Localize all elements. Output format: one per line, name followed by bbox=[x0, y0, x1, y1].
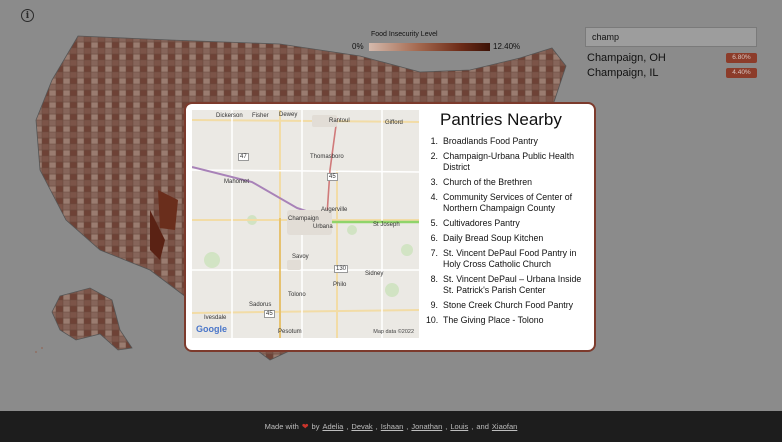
result-name: Champaign, OH bbox=[587, 52, 666, 64]
comma: , bbox=[471, 422, 474, 431]
map-place: St Joseph bbox=[373, 222, 400, 228]
pantry-area-map[interactable]: Dickerson Fisher Dewey Rantoul Gifford T… bbox=[192, 110, 419, 338]
alaska bbox=[51, 287, 133, 351]
food-insecurity-legend: Food Insecurity Level 0% 12.40% bbox=[352, 31, 526, 53]
pantry-item[interactable]: 7. St. Vincent DePaul Food Pantry in Holy… bbox=[426, 248, 592, 270]
pantry-item[interactable]: 6. Daily Bread Soup Kitchen bbox=[426, 233, 592, 244]
search-result-champaign-oh[interactable]: Champaign, OH 6.80% bbox=[587, 52, 759, 67]
comma: , bbox=[445, 422, 448, 431]
search-result-champaign-il[interactable]: Champaign, IL 4.40% bbox=[587, 67, 759, 82]
pantry-number: 8. bbox=[430, 274, 438, 284]
map-attribution: Map data ©2022 bbox=[373, 329, 414, 335]
result-value-badge: 6.80% bbox=[726, 53, 757, 63]
made-with-text: Made with bbox=[264, 422, 299, 431]
map-place: Dewey bbox=[279, 112, 298, 118]
pantry-number: 5. bbox=[430, 218, 438, 228]
comma: , bbox=[406, 422, 409, 431]
map-place: Fisher bbox=[252, 113, 269, 119]
pantry-number: 9. bbox=[430, 300, 438, 310]
and-text: and bbox=[476, 422, 489, 431]
map-place: Philo bbox=[333, 282, 347, 288]
pantry-number: 3. bbox=[430, 177, 438, 187]
map-place: Sadorus bbox=[249, 302, 272, 308]
pantry-list: 1. Broadlands Food Pantry 2. Champaign-Urb… bbox=[426, 136, 592, 326]
map-place: Savoy bbox=[292, 254, 309, 260]
author-link[interactable]: Xiaofan bbox=[492, 422, 517, 431]
map-stage: i Food Insecurity Level 0% 12.40% Champa… bbox=[0, 0, 782, 411]
pantry-name: Broadlands Food Pantry bbox=[443, 136, 538, 146]
alaska-islands bbox=[35, 347, 43, 353]
map-place: Rantoul bbox=[329, 118, 350, 124]
legend-title: Food Insecurity Level bbox=[371, 31, 438, 38]
route-shield: 45 bbox=[264, 310, 275, 318]
map-place: Mahomet bbox=[224, 179, 250, 185]
pantry-name: Champaign-Urbana Public Health District bbox=[443, 151, 575, 172]
map-place: Augerville bbox=[321, 207, 348, 213]
pantry-item[interactable]: 3. Church of the Brethren bbox=[426, 177, 592, 188]
pantry-number: 10. bbox=[426, 315, 439, 325]
map-place: Champaign bbox=[288, 216, 319, 222]
pantry-number: 1. bbox=[430, 136, 438, 146]
pantry-name: St. Vincent DePaul – Urbana Inside St. P… bbox=[443, 274, 582, 295]
author-link[interactable]: Louis bbox=[450, 422, 468, 431]
pantry-item[interactable]: 9. Stone Creek Church Food Pantry bbox=[426, 300, 592, 311]
pantry-name: The Giving Place - Tolono bbox=[443, 315, 544, 325]
county-search-input[interactable] bbox=[585, 27, 757, 47]
pantry-item[interactable]: 10. The Giving Place - Tolono bbox=[426, 315, 592, 326]
map-place: Dickerson bbox=[216, 113, 243, 119]
pantry-item[interactable]: 4. Community Services of Center of Northe… bbox=[426, 192, 592, 214]
author-link[interactable]: Jonathan bbox=[411, 422, 442, 431]
result-value-badge: 4.40% bbox=[726, 68, 757, 78]
footer: Made with ❤ by Adelia, Devak, Ishaan, Jo… bbox=[0, 411, 782, 442]
pantry-name: Church of the Brethren bbox=[443, 177, 532, 187]
map-place: Tolono bbox=[288, 292, 306, 298]
pantries-title: Pantries Nearby bbox=[440, 110, 562, 129]
author-link[interactable]: Devak bbox=[351, 422, 372, 431]
pantry-number: 7. bbox=[430, 248, 438, 258]
pantry-item[interactable]: 2. Champaign-Urbana Public Health Distric… bbox=[426, 151, 592, 173]
pantry-number: 4. bbox=[430, 192, 438, 202]
search-results: Champaign, OH 6.80% Champaign, IL 4.40% bbox=[587, 52, 759, 82]
pantry-item[interactable]: 5. Cultivadores Pantry bbox=[426, 218, 592, 229]
heart-icon: ❤ bbox=[301, 422, 309, 431]
pantry-name: Cultivadores Pantry bbox=[443, 218, 520, 228]
map-place: Urbana bbox=[313, 224, 333, 230]
comma: , bbox=[375, 422, 378, 431]
info-glyph: i bbox=[25, 10, 30, 21]
map-place: Pesotum bbox=[278, 329, 302, 335]
pantry-item[interactable]: 8. St. Vincent DePaul – Urbana Inside St.… bbox=[426, 274, 592, 296]
pantry-name: Community Services of Center of Northern… bbox=[443, 192, 573, 213]
author-link[interactable]: Ishaan bbox=[381, 422, 404, 431]
route-shield: 45 bbox=[327, 173, 338, 181]
pantry-name: St. Vincent DePaul Food Pantry in Holy C… bbox=[443, 248, 577, 269]
result-name: Champaign, IL bbox=[587, 67, 659, 79]
map-place: Sidney bbox=[365, 271, 384, 277]
pantry-number: 6. bbox=[430, 233, 438, 243]
map-place: Thomasboro bbox=[310, 154, 344, 160]
comma: , bbox=[346, 422, 349, 431]
by-text: by bbox=[311, 422, 320, 431]
route-shield: 47 bbox=[238, 153, 249, 161]
legend-min: 0% bbox=[352, 42, 364, 51]
pantries-modal: Dickerson Fisher Dewey Rantoul Gifford T… bbox=[184, 102, 596, 352]
google-logo: Google bbox=[196, 324, 227, 334]
pantry-name: Daily Bread Soup Kitchen bbox=[443, 233, 544, 243]
author-link[interactable]: Adelia bbox=[322, 422, 343, 431]
pantry-number: 2. bbox=[430, 151, 438, 161]
legend-gradient-bar bbox=[369, 43, 490, 51]
info-icon[interactable]: i bbox=[21, 9, 34, 22]
pantries-panel: Pantries Nearby 1. Broadlands Food Pantry… bbox=[426, 110, 592, 330]
pantry-name: Stone Creek Church Food Pantry bbox=[443, 300, 574, 310]
legend-max: 12.40% bbox=[493, 42, 521, 51]
route-shield: 130 bbox=[334, 265, 349, 273]
map-place: Gifford bbox=[385, 120, 403, 126]
pantry-item[interactable]: 1. Broadlands Food Pantry bbox=[426, 136, 592, 147]
map-place: Ivesdale bbox=[204, 315, 227, 321]
